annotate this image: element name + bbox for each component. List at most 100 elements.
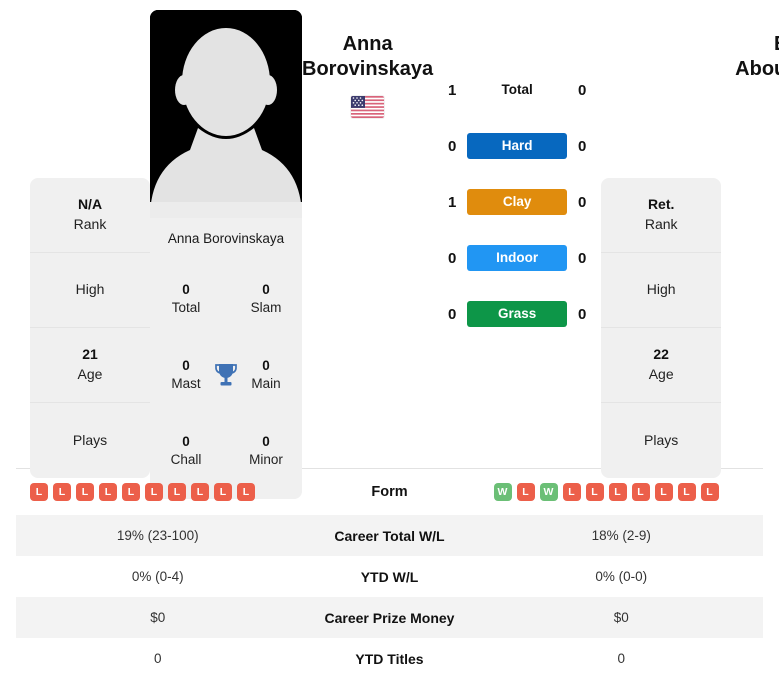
table-row: 0% (0-4) YTD W/L 0% (0-0) <box>16 556 763 597</box>
form-badge-right-5[interactable]: L <box>608 483 627 501</box>
form-badge-left-2[interactable]: L <box>76 483 94 501</box>
left-plays-cell: Plays <box>30 403 150 478</box>
surface-left-score: 1 <box>448 193 457 211</box>
trophy-label: Total <box>171 300 201 315</box>
form-badge-right-8[interactable]: L <box>677 483 696 501</box>
left-high-label: High <box>75 281 105 298</box>
right-player-name-line1: Engy <box>735 32 779 57</box>
trophy-value: 0 <box>182 433 190 449</box>
stat-label: Career Prize Money <box>324 609 455 626</box>
surface-row-total: 1 Total 0 <box>433 62 601 118</box>
trophy-value: 0 <box>262 433 270 449</box>
left-player-card[interactable]: Anna Borovinskaya 0 Total 0 Slam 0 Mast … <box>150 10 302 499</box>
surface-left-score: 0 <box>448 305 457 323</box>
left-stat-value: 19% (23-100) <box>116 528 199 543</box>
surface-right-score: 0 <box>578 81 587 99</box>
form-badge-right-1[interactable]: L <box>516 483 535 501</box>
trophy-cell-mast: 0 Mast <box>160 357 212 393</box>
trophy-label: Main <box>251 376 281 391</box>
form-badge-right-3[interactable]: L <box>562 483 581 501</box>
surface-row-clay: 1 Clay 0 <box>433 174 601 230</box>
surface-row-grass: 0 Grass 0 <box>433 286 601 342</box>
right-plays-label: Plays <box>644 431 679 448</box>
right-rank-value: Ret. <box>647 196 675 213</box>
stat-label: YTD Titles <box>355 650 424 667</box>
right-stat-value: 0 <box>617 651 625 666</box>
left-player-avatar <box>150 10 302 218</box>
form-badge-left-3[interactable]: L <box>99 483 117 501</box>
form-badge-right-4[interactable]: L <box>585 483 604 501</box>
right-stat-value: $0 <box>613 610 629 625</box>
trophy-cell-chall: 0 Chall <box>160 433 212 469</box>
trophy-value: 0 <box>262 357 270 373</box>
surface-right-score: 0 <box>578 137 587 155</box>
right-player-info-column: Ret. Rank High 22 Age Plays <box>601 178 722 478</box>
trophy-row: 0 Mast 0 Main <box>150 337 302 413</box>
trophy-icon <box>212 362 240 388</box>
surface-label-clay[interactable]: Clay <box>467 189 568 215</box>
trophy-row: 0 Chall 0 Minor <box>150 413 302 489</box>
comparison-top-area: Anna Borovinskaya 0 Total 0 Slam 0 Mast … <box>0 0 779 499</box>
right-plays-cell: Plays <box>601 403 721 478</box>
stats-table: 19% (23-100) Career Total W/L 18% (2-9) … <box>16 515 763 679</box>
left-age-value: 21 <box>82 346 98 363</box>
left-age-label: Age <box>77 366 103 382</box>
left-stat-value: 0% (0-4) <box>131 569 184 584</box>
left-player-name-block: Anna Borovinskaya <box>302 10 433 118</box>
trophy-cell-slam: 0 Slam <box>240 281 292 317</box>
trophy-label: Chall <box>170 452 202 467</box>
surface-label-hard[interactable]: Hard <box>467 133 568 159</box>
surface-right-score: 0 <box>578 193 587 211</box>
surface-label-grass[interactable]: Grass <box>467 301 568 327</box>
trophy-label: Slam <box>250 300 282 315</box>
form-badge-right-0[interactable]: W <box>493 483 512 501</box>
surface-right-score: 0 <box>578 305 587 323</box>
table-row: 0 YTD Titles 0 <box>16 638 763 679</box>
form-label: Form <box>371 484 408 500</box>
surface-left-score: 0 <box>448 137 457 155</box>
form-badge-right-2[interactable]: W <box>539 483 558 501</box>
right-stat-value: 18% (2-9) <box>591 528 651 543</box>
right-player-name-line2: Abouelseoud <box>735 58 779 80</box>
surface-left-score: 1 <box>448 81 457 99</box>
right-stat-value: 0% (0-0) <box>595 569 648 584</box>
form-badge-left-1[interactable]: L <box>53 483 71 501</box>
right-age-cell: 22 Age <box>601 328 722 403</box>
trophy-value: 0 <box>262 281 270 297</box>
left-plays-label: Plays <box>72 431 108 448</box>
right-high-cell: High <box>601 253 722 328</box>
right-high-label: High <box>646 281 676 298</box>
trophy-cell-total: 0 Total <box>160 281 212 317</box>
stat-label: Career Total W/L <box>334 527 445 544</box>
flag-usa-icon <box>351 96 385 118</box>
form-badge-left-4[interactable]: L <box>122 483 140 501</box>
form-badge-right-9[interactable]: L <box>700 483 719 501</box>
left-age-cell: 21 Age <box>30 328 150 403</box>
form-badge-right-7[interactable]: L <box>654 483 673 501</box>
left-stat-value: $0 <box>150 610 166 625</box>
form-badge-left-0[interactable]: L <box>30 483 48 501</box>
left-player-name-line1: Anna <box>342 33 393 55</box>
left-rank-value: N/A <box>77 196 103 213</box>
left-avatar-name-label: Anna Borovinskaya <box>150 218 302 259</box>
surface-label-indoor[interactable]: Indoor <box>467 245 568 271</box>
left-stat-value: 0 <box>153 651 162 666</box>
trophy-label: Mast <box>171 376 201 391</box>
right-age-value: 22 <box>653 346 669 363</box>
trophy-cell-minor: 0 Minor <box>240 433 292 469</box>
right-rank-cell: Ret. Rank <box>601 178 722 253</box>
surface-row-hard: 0 Hard 0 <box>433 118 601 174</box>
surface-left-score: 0 <box>448 249 457 267</box>
form-badge-right-6[interactable]: L <box>631 483 650 501</box>
left-player-name-line2: Borovinskaya <box>302 58 434 80</box>
trophy-value: 0 <box>182 281 190 297</box>
stat-label: YTD W/L <box>360 568 419 585</box>
right-player-name-block: Engy Abouelseoud <box>735 10 779 118</box>
left-rank-cell: N/A Rank <box>30 178 150 253</box>
surface-row-indoor: 0 Indoor 0 <box>433 230 601 286</box>
right-player-name: Engy Abouelseoud <box>735 32 779 82</box>
trophy-cell-main: 0 Main <box>240 357 292 393</box>
trophy-row: 0 Total 0 Slam <box>150 261 302 337</box>
left-player-info-column: N/A Rank High 21 Age Plays <box>30 178 150 478</box>
table-row: 19% (23-100) Career Total W/L 18% (2-9) <box>16 515 763 556</box>
